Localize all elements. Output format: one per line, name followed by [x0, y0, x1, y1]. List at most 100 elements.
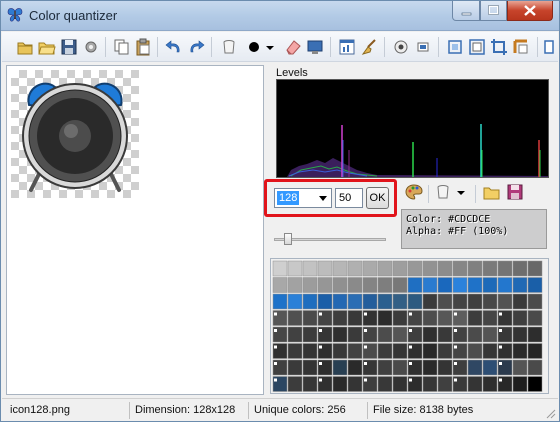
palette-swatch[interactable]	[512, 326, 528, 343]
palette-swatch[interactable]	[272, 260, 288, 277]
paste-icon[interactable]	[134, 38, 152, 56]
palette-swatch[interactable]	[512, 343, 528, 359]
palette-swatch[interactable]	[287, 310, 303, 326]
palette-swatch[interactable]	[527, 277, 543, 293]
palette-swatch[interactable]	[347, 310, 363, 326]
save-palette-icon[interactable]	[506, 183, 524, 201]
maximize-button[interactable]	[480, 1, 507, 21]
save-icon[interactable]	[60, 38, 78, 56]
open-file-icon[interactable]	[16, 38, 34, 56]
palette-swatch[interactable]	[392, 293, 408, 310]
palette-swatch[interactable]	[437, 343, 453, 359]
palette-swatch[interactable]	[377, 376, 393, 392]
palette-swatch[interactable]	[302, 310, 318, 326]
palette-swatch[interactable]	[317, 293, 333, 310]
palette-swatch[interactable]	[377, 277, 393, 293]
palette-swatch[interactable]	[482, 277, 498, 293]
palette-swatch[interactable]	[467, 359, 483, 376]
palette-swatch[interactable]	[482, 326, 498, 343]
palette-swatch[interactable]	[422, 343, 438, 359]
palette-swatch[interactable]	[392, 359, 408, 376]
palette-swatch[interactable]	[377, 326, 393, 343]
palette-swatch[interactable]	[407, 293, 423, 310]
slider-thumb[interactable]	[284, 233, 292, 245]
close-button[interactable]	[507, 1, 553, 21]
palette-swatch[interactable]	[377, 343, 393, 359]
palette-swatch[interactable]	[287, 277, 303, 293]
palette-swatch[interactable]	[512, 359, 528, 376]
palette-swatch[interactable]	[467, 376, 483, 392]
chevron-down-icon[interactable]	[456, 183, 466, 201]
palette-swatch[interactable]	[347, 359, 363, 376]
palette-swatch[interactable]	[422, 376, 438, 392]
palette-swatch[interactable]	[392, 260, 408, 277]
palette-swatch[interactable]	[377, 293, 393, 310]
palette-swatch[interactable]	[392, 343, 408, 359]
color-count-dropdown[interactable]: 128	[274, 188, 332, 208]
palette-swatch[interactable]	[482, 376, 498, 392]
palette-swatch[interactable]	[407, 277, 423, 293]
palette-swatch[interactable]	[332, 376, 348, 392]
palette-swatch[interactable]	[347, 343, 363, 359]
palette-swatch[interactable]	[422, 326, 438, 343]
palette-swatch[interactable]	[437, 326, 453, 343]
palette-swatch[interactable]	[527, 293, 543, 310]
palette-swatch[interactable]	[332, 277, 348, 293]
palette-swatch[interactable]	[452, 293, 468, 310]
palette-swatch[interactable]	[332, 310, 348, 326]
palette-swatch[interactable]	[452, 277, 468, 293]
open-folder-icon[interactable]	[38, 38, 56, 56]
palette-swatch[interactable]	[287, 359, 303, 376]
palette-swatch[interactable]	[422, 277, 438, 293]
palette-swatch[interactable]	[287, 260, 303, 277]
palette-swatch[interactable]	[527, 359, 543, 376]
palette-swatch[interactable]	[347, 260, 363, 277]
resize-icon[interactable]	[446, 38, 464, 56]
palette-swatch[interactable]	[527, 326, 543, 343]
palette-swatch[interactable]	[512, 376, 528, 392]
palette-swatch[interactable]	[482, 359, 498, 376]
palette-swatch[interactable]	[302, 359, 318, 376]
palette-swatch[interactable]	[467, 343, 483, 359]
palette-swatch[interactable]	[512, 293, 528, 310]
palette-swatch[interactable]	[497, 293, 513, 310]
palette-swatch[interactable]	[332, 260, 348, 277]
palette-swatch[interactable]	[467, 310, 483, 326]
palette-swatch[interactable]	[467, 293, 483, 310]
palette-swatch[interactable]	[467, 326, 483, 343]
trim-icon[interactable]	[512, 38, 530, 56]
palette-swatch[interactable]	[437, 376, 453, 392]
ok-button[interactable]: OK	[366, 187, 389, 209]
palette-swatch[interactable]	[512, 260, 528, 277]
palette-swatch[interactable]	[302, 293, 318, 310]
open-folder-icon[interactable]	[483, 183, 501, 201]
palette-swatch[interactable]	[287, 376, 303, 392]
palette-swatch[interactable]	[347, 277, 363, 293]
palette-swatch[interactable]	[437, 277, 453, 293]
palette-swatch[interactable]	[527, 260, 543, 277]
palette-swatch[interactable]	[302, 277, 318, 293]
palette-swatch[interactable]	[482, 293, 498, 310]
palette-swatch[interactable]	[437, 359, 453, 376]
palette-swatch[interactable]	[377, 310, 393, 326]
palette-swatch[interactable]	[512, 277, 528, 293]
palette-swatch[interactable]	[332, 326, 348, 343]
palette-swatch[interactable]	[302, 260, 318, 277]
chevron-down-icon[interactable]	[319, 196, 327, 201]
palette-swatch[interactable]	[302, 376, 318, 392]
palette-swatch[interactable]	[362, 277, 378, 293]
palette-swatch[interactable]	[347, 326, 363, 343]
monitor-icon[interactable]	[306, 38, 324, 56]
palette-swatch[interactable]	[392, 326, 408, 343]
palette-swatch[interactable]	[527, 310, 543, 326]
chart-window-icon[interactable]	[338, 38, 356, 56]
fit-window-icon[interactable]	[414, 38, 432, 56]
palette-swatch[interactable]	[527, 343, 543, 359]
palette-swatch[interactable]	[482, 260, 498, 277]
palette-icon[interactable]	[405, 183, 423, 201]
second-value-input[interactable]: 50	[335, 188, 363, 208]
crop-icon[interactable]	[490, 38, 508, 56]
palette-swatch[interactable]	[377, 359, 393, 376]
palette-swatch[interactable]	[482, 343, 498, 359]
minimize-button[interactable]	[452, 1, 480, 21]
